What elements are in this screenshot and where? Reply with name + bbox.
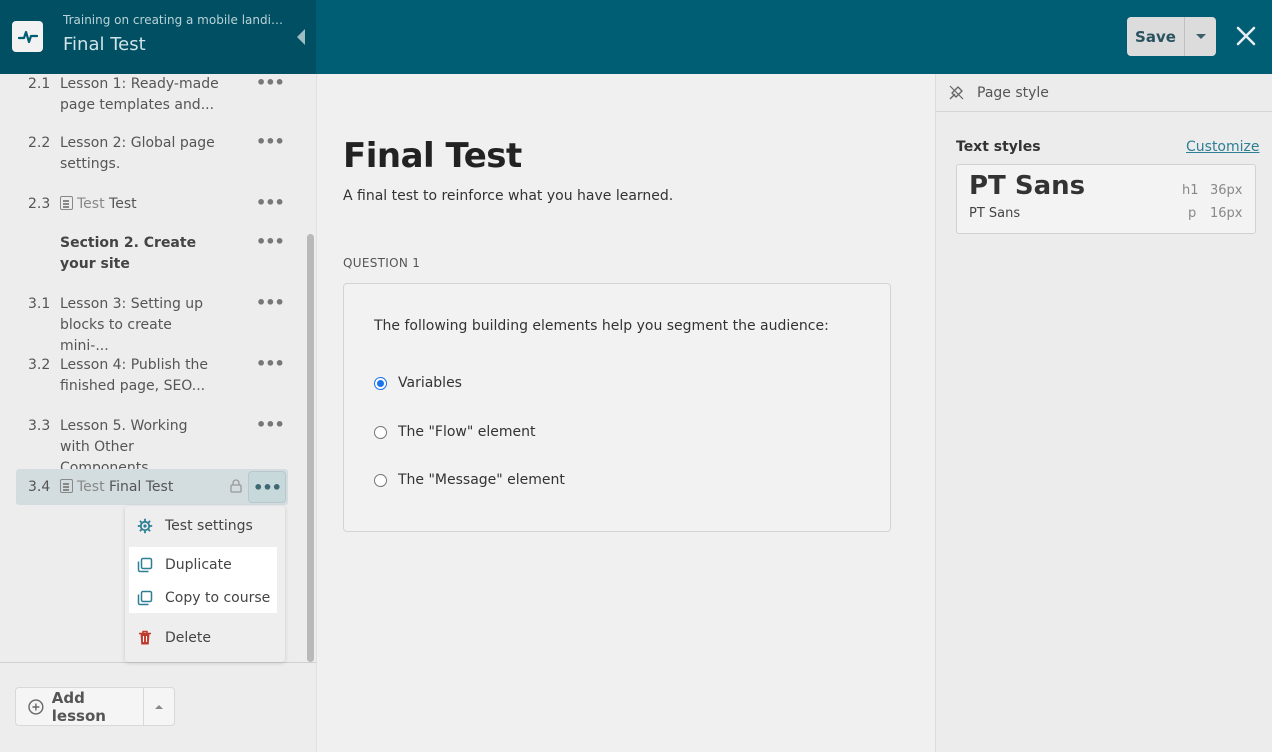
answer-option[interactable]: The "Flow" element	[374, 424, 536, 440]
lesson-item[interactable]: 3.3 Lesson 5. Working with Other Compone…	[16, 416, 288, 477]
lesson-menu-icon[interactable]: •••	[256, 194, 285, 212]
lesson-title: Final Test	[109, 479, 174, 495]
sidebar-scrollbar[interactable]	[307, 234, 314, 662]
radio-button-selected[interactable]	[374, 376, 387, 390]
lesson-title: Test	[109, 196, 137, 212]
lesson-number: 3.2	[28, 357, 51, 373]
question-text: The following building elements help you…	[374, 318, 829, 334]
text-style-card[interactable]: PT Sans PT Sans h1 36px p 16px	[956, 164, 1256, 234]
menu-item-label: Test settings	[165, 518, 253, 534]
main-content: Final Test A final test to reinforce wha…	[316, 74, 935, 752]
lesson-title: Lesson 4: Publish the finished page, SEO…	[60, 357, 209, 394]
page-style-bar[interactable]: Page style	[936, 74, 1272, 112]
menu-item-delete[interactable]: Delete	[125, 622, 285, 654]
lesson-context-menu: Test settings Duplicate Copy to course D…	[125, 506, 285, 662]
trash-icon	[137, 630, 153, 646]
style-panel: Page style Text styles Customize PT Sans…	[935, 74, 1272, 752]
menu-item-test-settings[interactable]: Test settings	[125, 510, 285, 542]
lesson-item[interactable]: 3.2 Lesson 4: Publish the finished page,…	[16, 355, 288, 397]
lesson-type-prefix: Test	[77, 479, 105, 495]
radio-button[interactable]	[374, 425, 387, 439]
page-title: Final Test	[343, 136, 522, 176]
page-style-label: Page style	[977, 84, 1049, 101]
answer-label: Variables	[398, 375, 462, 391]
menu-item-label: Duplicate	[165, 557, 232, 573]
p-tag: p	[1188, 206, 1197, 221]
lesson-item[interactable]: 2.2 Lesson 2: Global page settings. •••	[16, 133, 288, 175]
top-bar: Training on creating a mobile landing p.…	[0, 0, 1272, 74]
lesson-item[interactable]: 2.3 Test Test •••	[16, 194, 288, 215]
save-options-button[interactable]	[1185, 17, 1216, 56]
lesson-number: 2.1	[28, 76, 51, 92]
section-title: Section 2. Create your site	[60, 235, 197, 272]
save-button[interactable]: Save	[1127, 17, 1185, 56]
chevron-down-icon	[1195, 34, 1206, 39]
close-icon	[1236, 26, 1256, 46]
lesson-number: 3.1	[28, 296, 51, 312]
lesson-item-selected[interactable]: 3.4 Test Final Test •••	[16, 469, 288, 505]
answer-option[interactable]: The "Message" element	[374, 472, 565, 488]
gear-icon	[137, 518, 153, 534]
lesson-number: 3.3	[28, 418, 51, 434]
lesson-title: Lesson 2: Global page settings.	[60, 135, 215, 172]
menu-item-duplicate[interactable]: Duplicate	[129, 547, 277, 583]
brush-icon	[949, 85, 964, 100]
lesson-title: Lesson 1: Ready-made page templates and.…	[60, 76, 219, 113]
collapse-sidebar-icon[interactable]	[297, 29, 305, 45]
section-item[interactable]: Section 2. Create your site •••	[16, 233, 288, 275]
lesson-number: 3.4	[28, 479, 51, 495]
header-left-panel: Training on creating a mobile landing p.…	[0, 0, 316, 74]
test-icon	[60, 479, 73, 493]
add-lesson-options-button[interactable]	[144, 688, 174, 725]
lesson-type-prefix: Test	[77, 196, 105, 212]
lesson-item[interactable]: 3.1 Lesson 3: Setting up blocks to creat…	[16, 294, 288, 355]
add-lesson-group: Add lesson	[15, 687, 175, 726]
answer-option[interactable]: Variables	[374, 375, 462, 391]
text-styles-label: Text styles	[956, 139, 1041, 155]
font-preview-heading: PT Sans	[969, 171, 1086, 201]
chevron-up-icon	[155, 704, 163, 709]
lesson-number: 2.3	[28, 196, 51, 212]
section-menu-icon[interactable]: •••	[256, 233, 285, 251]
h1-tag: h1	[1182, 183, 1199, 198]
lesson-title: Lesson 3: Setting up blocks to create mi…	[60, 296, 204, 354]
p-size: 16px	[1210, 206, 1243, 221]
lesson-title-group: Test Final Test	[60, 477, 220, 498]
answer-label: The "Flow" element	[398, 424, 536, 440]
sidebar-footer: Add lesson	[0, 662, 316, 752]
header-page-title: Final Test	[63, 34, 146, 55]
lesson-menu-icon[interactable]: •••	[256, 294, 285, 312]
lesson-item[interactable]: 2.1 Lesson 1: Ready-made page templates …	[16, 74, 288, 116]
lesson-menu-icon[interactable]: •••	[256, 355, 285, 373]
lock-icon	[230, 479, 242, 493]
app-logo-icon[interactable]	[12, 21, 43, 52]
test-icon	[60, 196, 73, 210]
plus-circle-icon	[28, 698, 44, 715]
lesson-number: 2.2	[28, 135, 51, 151]
h1-size: 36px	[1210, 183, 1243, 198]
answer-label: The "Message" element	[398, 472, 565, 488]
duplicate-icon	[137, 557, 153, 573]
customize-link[interactable]: Customize	[1186, 139, 1260, 155]
save-button-group: Save	[1127, 17, 1216, 56]
add-lesson-label: Add lesson	[51, 688, 106, 725]
copy-icon	[137, 590, 153, 606]
font-preview-body: PT Sans	[969, 206, 1021, 221]
lesson-menu-icon[interactable]: •••	[256, 74, 285, 92]
question-label: QUESTION 1	[343, 256, 421, 270]
lesson-menu-button-active[interactable]: •••	[248, 471, 286, 503]
course-title: Training on creating a mobile landing p.…	[63, 13, 288, 27]
close-button[interactable]	[1234, 24, 1258, 48]
page-subtitle: A final test to reinforce what you have …	[343, 188, 674, 204]
menu-item-label: Copy to course	[165, 590, 271, 606]
add-lesson-button[interactable]: Add lesson	[16, 688, 144, 725]
lesson-menu-icon[interactable]: •••	[256, 133, 285, 151]
question-card: The following building elements help you…	[343, 283, 891, 532]
radio-button[interactable]	[374, 473, 387, 487]
menu-item-copy-to-course[interactable]: Copy to course	[129, 583, 277, 613]
lesson-title-group: Test Test	[60, 194, 220, 215]
menu-item-label: Delete	[165, 630, 211, 646]
lesson-menu-icon[interactable]: •••	[256, 416, 285, 434]
